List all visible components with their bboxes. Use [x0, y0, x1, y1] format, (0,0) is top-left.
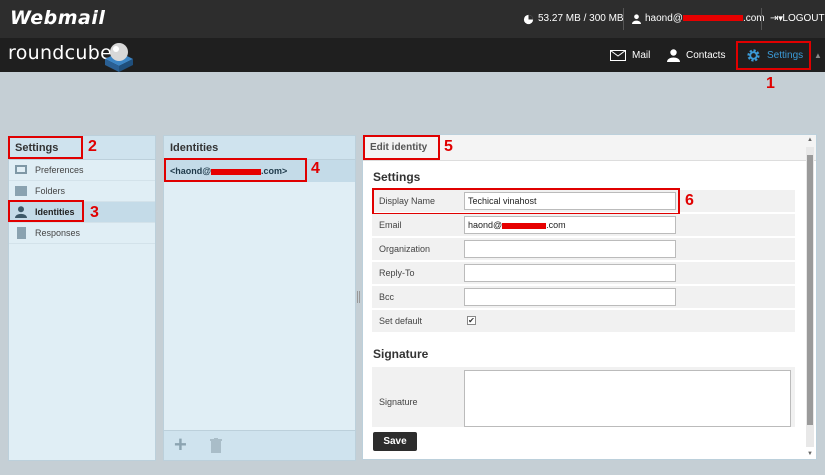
- annotation-box: [372, 188, 680, 215]
- bcc-input[interactable]: [464, 288, 676, 306]
- nav-mail[interactable]: Mail: [610, 38, 650, 72]
- email-label: Email: [379, 220, 402, 230]
- signature-textarea[interactable]: [464, 370, 791, 427]
- identities-toolbar: +: [164, 430, 355, 460]
- signature-row: Signature: [372, 367, 795, 427]
- annotation-number: 2: [88, 138, 97, 155]
- email-input[interactable]: haond@ .com: [464, 216, 676, 234]
- reply-to-label: Reply-To: [379, 268, 415, 278]
- roundcube-logo-icon: [105, 43, 133, 72]
- scroll-down-icon[interactable]: ▼: [807, 451, 813, 457]
- redaction: [502, 222, 547, 229]
- pie-chart-icon: [523, 14, 534, 24]
- logout-icon: ⇥: [770, 13, 779, 24]
- reply-to-input[interactable]: [464, 264, 676, 282]
- settings-panel: Settings Preferences Folders Identities …: [8, 135, 156, 461]
- set-default-row: Set default ✔: [372, 310, 795, 333]
- annotation-box: [8, 200, 84, 222]
- user-icon: [632, 14, 641, 24]
- person-icon: [667, 48, 680, 62]
- document-icon: [17, 227, 26, 239]
- redaction: [682, 15, 743, 22]
- signature-section-heading: Signature: [373, 347, 429, 361]
- user-email: haond@ .com: [645, 13, 765, 24]
- annotation-number: 1: [766, 75, 775, 92]
- splitter-handle[interactable]: [357, 291, 360, 303]
- organization-row: Organization: [372, 238, 795, 261]
- sidebar-item-preferences[interactable]: Preferences: [9, 160, 155, 181]
- bcc-row: Bcc: [372, 286, 795, 309]
- nav-contacts[interactable]: Contacts: [667, 38, 725, 72]
- annotation-number: 5: [444, 138, 453, 155]
- envelope-icon: [610, 49, 626, 61]
- quota-text: 53.27 MB / 300 MB: [538, 13, 624, 24]
- roundcube-logo: roundcube: [8, 42, 113, 64]
- divider: [623, 8, 624, 30]
- annotation-box: [8, 136, 83, 159]
- bcc-label: Bcc: [379, 292, 395, 302]
- settings-section-heading: Settings: [373, 170, 421, 184]
- set-default-checkbox[interactable]: ✔: [467, 316, 476, 325]
- scrollbar-thumb[interactable]: [807, 155, 813, 425]
- quota-indicator: 53.27 MB / 300 MB: [523, 0, 624, 38]
- annotation-number: 6: [685, 192, 694, 209]
- add-identity-button[interactable]: +: [174, 432, 187, 458]
- logout-button[interactable]: ⇥ LOGOUT: [770, 0, 825, 38]
- webmail-brand: Webmail: [10, 7, 106, 29]
- annotation-box: [363, 135, 440, 160]
- scroll-up-icon[interactable]: ▲: [807, 137, 813, 143]
- monitor-icon: [15, 165, 27, 174]
- sidebar-item-folders[interactable]: Folders: [9, 181, 155, 202]
- annotation-box: [736, 41, 811, 70]
- set-default-label: Set default: [379, 316, 423, 326]
- annotation-box: [164, 158, 307, 182]
- divider: [761, 8, 762, 30]
- folder-icon: [15, 186, 27, 196]
- reply-to-row: Reply-To: [372, 262, 795, 285]
- annotation-number: 4: [311, 160, 320, 177]
- save-button[interactable]: Save: [373, 432, 417, 451]
- signature-label: Signature: [379, 397, 418, 407]
- email-row: Email haond@ .com: [372, 214, 795, 237]
- sidebar-item-responses[interactable]: Responses: [9, 223, 155, 244]
- chevron-up-icon: ▲: [814, 51, 822, 60]
- delete-identity-button[interactable]: [210, 438, 222, 453]
- identities-panel-title: Identities: [164, 136, 355, 160]
- identities-panel: Identities <haond@ .com> +: [163, 135, 356, 461]
- annotation-number: 3: [90, 204, 99, 221]
- organization-label: Organization: [379, 244, 431, 254]
- organization-input[interactable]: [464, 240, 676, 258]
- scrollbar[interactable]: [806, 147, 814, 447]
